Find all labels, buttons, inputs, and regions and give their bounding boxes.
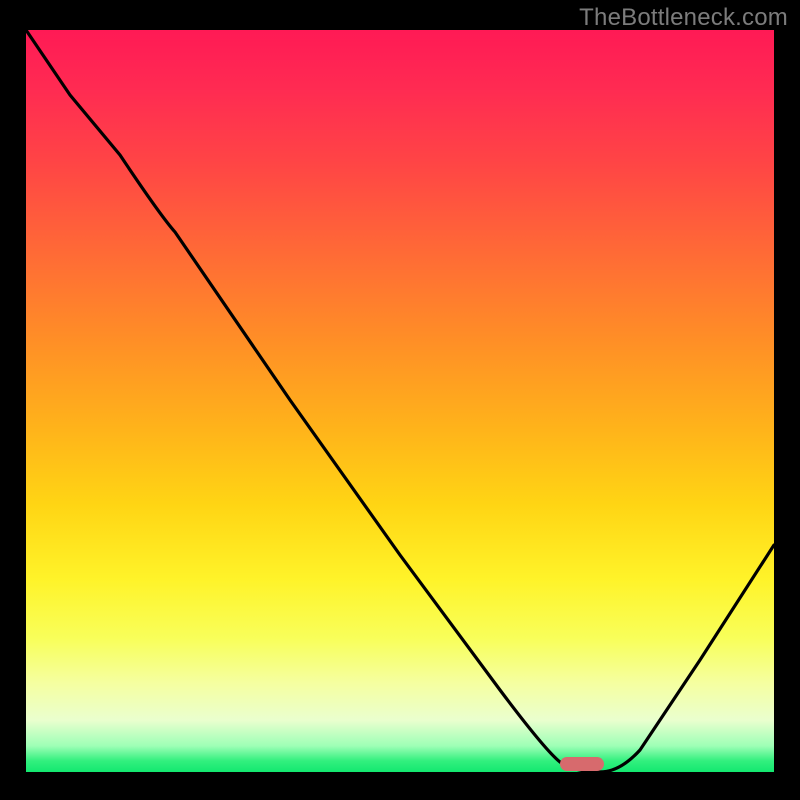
optimal-marker [560,757,604,771]
plot-area [26,30,774,772]
watermark-text: TheBottleneck.com [579,4,788,32]
chart-frame: TheBottleneck.com [0,0,800,800]
